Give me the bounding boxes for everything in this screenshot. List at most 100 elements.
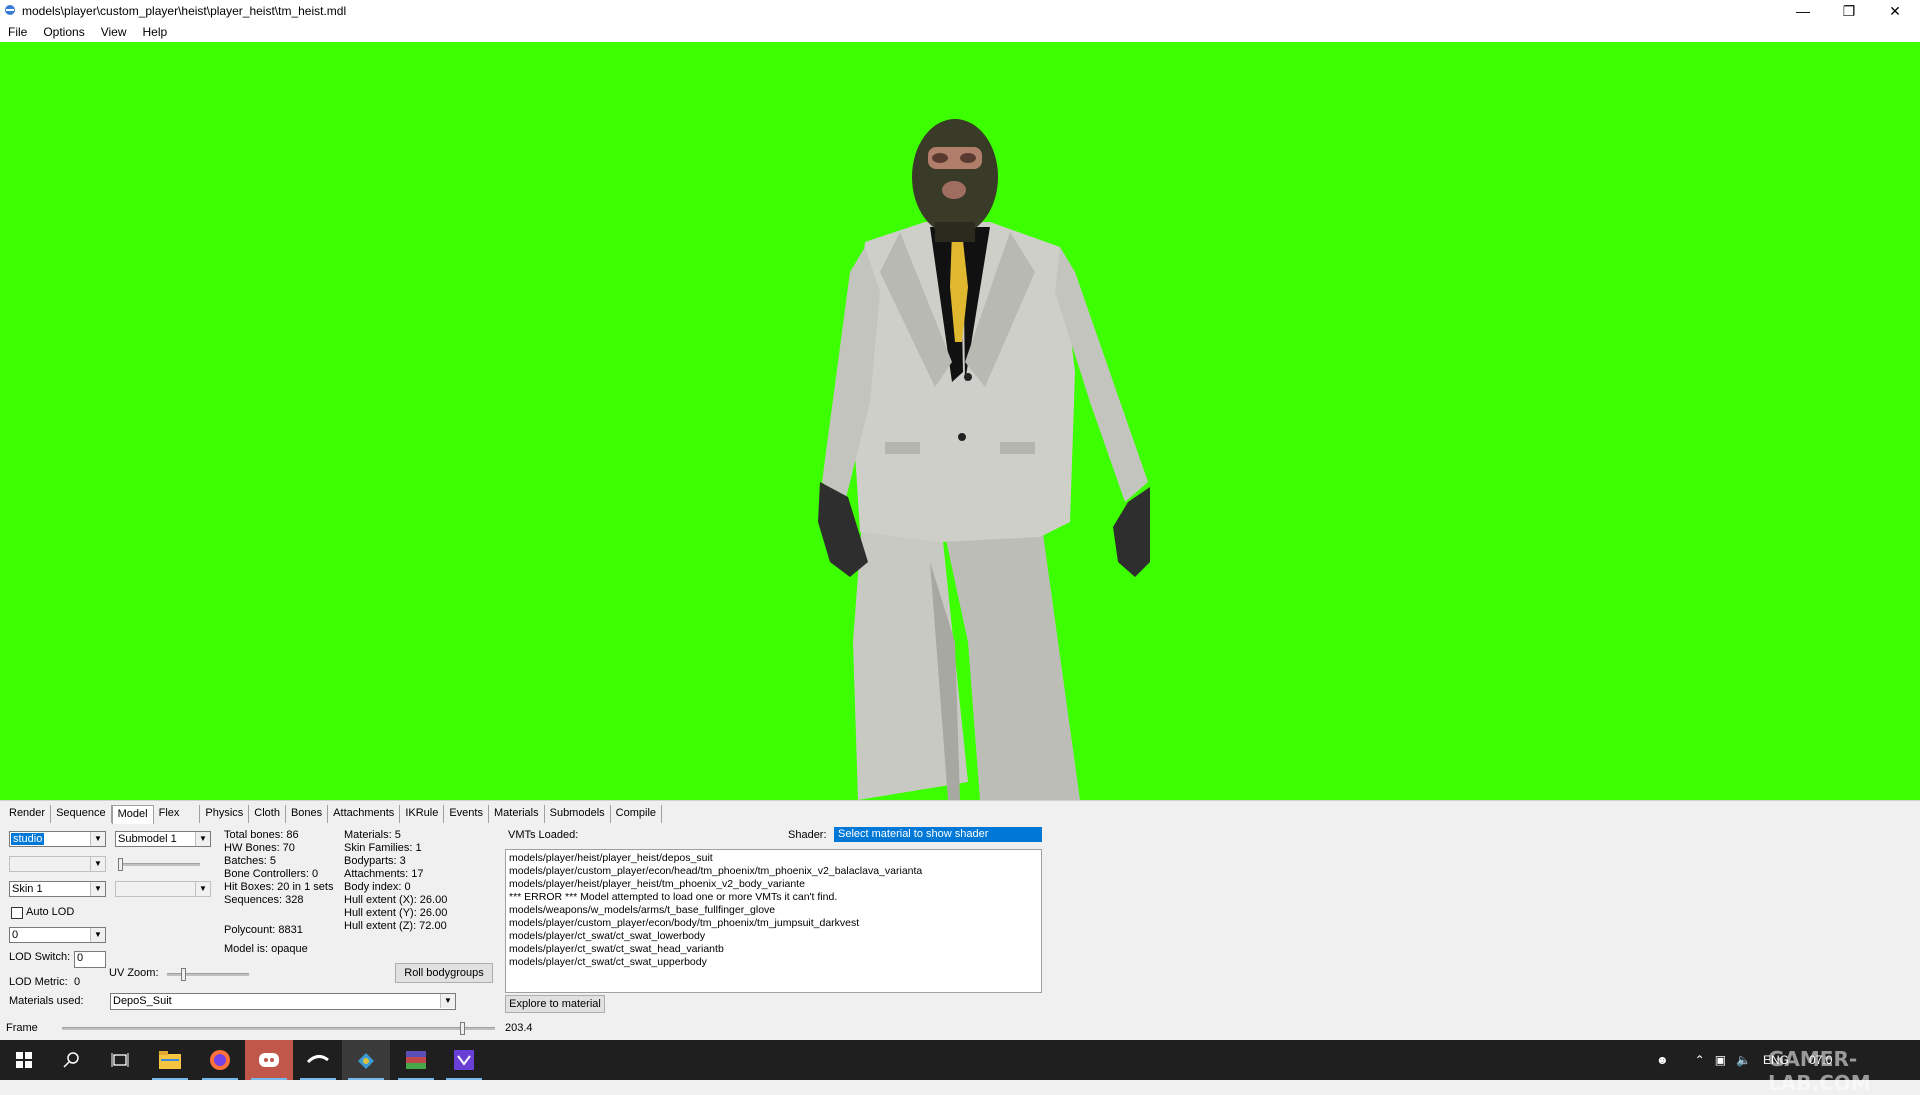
tab-ikrule[interactable]: IKRule (400, 805, 445, 823)
lod-switch-input[interactable]: 0 (74, 951, 106, 968)
uv-zoom-slider[interactable] (167, 968, 249, 981)
auto-lod-checkbox[interactable] (11, 907, 23, 919)
network-icon[interactable]: ▣ (1715, 1053, 1726, 1067)
menu-view[interactable]: View (93, 22, 135, 42)
frame-value: 203.4 (505, 1022, 533, 1034)
list-item[interactable]: models/player/heist/player_heist/depos_s… (509, 852, 1038, 865)
search-icon[interactable] (48, 1040, 96, 1080)
lod-metric-value: 0 (74, 976, 81, 988)
stat-materials: Materials: 5 (344, 829, 401, 841)
stat-hull-y: Hull extent (Y): 26.00 (344, 907, 448, 919)
discord-icon[interactable] (245, 1040, 293, 1080)
window-title: models\player\custom_player\heist\player… (22, 4, 347, 18)
slider-thumb[interactable] (118, 858, 123, 871)
list-item[interactable]: models/player/ct_swat/ct_swat_upperbody (509, 956, 1038, 969)
character-model (818, 119, 1150, 800)
submodel-select[interactable]: Submodel 1 ▼ (115, 831, 211, 847)
list-item[interactable]: models/player/custom_player/econ/head/tm… (509, 865, 1038, 878)
materials-used-label: Materials used: (9, 995, 84, 1007)
lod-select[interactable]: 0 ▼ (9, 927, 106, 943)
menu-options[interactable]: Options (35, 22, 92, 42)
menu-file[interactable]: File (0, 22, 35, 42)
list-item-error[interactable]: *** ERROR *** Model attempted to load on… (509, 891, 1038, 904)
tab-render[interactable]: Render (4, 805, 52, 823)
close-button[interactable]: ✕ (1872, 0, 1918, 22)
slider-track (167, 973, 249, 976)
stat-polycount: Polycount: 8831 (224, 924, 303, 936)
slider-thumb[interactable] (460, 1022, 466, 1035)
list-item[interactable]: models/player/ct_swat/ct_swat_lowerbody (509, 930, 1038, 943)
stat-hull-z: Hull extent (Z): 72.00 (344, 920, 447, 932)
tab-physics[interactable]: Physics (200, 805, 250, 823)
skin-select[interactable]: Skin 1 ▼ (9, 881, 106, 897)
stat-hull-x: Hull extent (X): 26.00 (344, 894, 448, 906)
firefox-icon[interactable] (196, 1040, 244, 1080)
stat-hw-bones: HW Bones: 70 (224, 842, 295, 854)
tab-attachments[interactable]: Attachments (328, 805, 401, 823)
vmts-loaded-label: VMTs Loaded: (508, 829, 579, 841)
list-item[interactable]: models/player/ct_swat/ct_swat_head_varia… (509, 943, 1038, 956)
tab-submodels[interactable]: Submodels (545, 805, 611, 823)
steam-icon[interactable] (294, 1040, 342, 1080)
app-icon (5, 5, 15, 15)
submodel-slider[interactable] (118, 858, 200, 871)
chevron-down-icon: ▼ (90, 832, 105, 846)
lod-metric-label: LOD Metric: (9, 976, 68, 988)
stat-model-is: Model is: opaque (224, 943, 308, 955)
auto-lod-label: Auto LOD (26, 906, 75, 918)
menu-help[interactable]: Help (135, 22, 176, 42)
tab-model[interactable]: Model (111, 805, 154, 824)
tab-bones[interactable]: Bones (286, 805, 329, 823)
winrar-icon[interactable] (392, 1040, 440, 1080)
stat-attachments: Attachments: 17 (344, 868, 424, 880)
frame-label: Frame (6, 1022, 38, 1034)
chevron-down-icon: ▼ (440, 994, 455, 1008)
materials-used-select[interactable]: DepoS_Suit ▼ (110, 993, 456, 1010)
vs-icon[interactable] (440, 1040, 488, 1080)
stat-body-index: Body index: 0 (344, 881, 411, 893)
windows-start-icon[interactable] (0, 1040, 48, 1080)
task-view-icon[interactable] (96, 1040, 144, 1080)
vmt-list[interactable]: models/player/heist/player_heist/depos_s… (505, 849, 1042, 993)
tab-compile[interactable]: Compile (611, 805, 663, 823)
file-explorer-icon[interactable] (146, 1040, 194, 1080)
slider-thumb[interactable] (181, 968, 186, 981)
explore-material-button[interactable]: Explore to material (505, 995, 605, 1013)
tab-cloth[interactable]: Cloth (249, 805, 286, 823)
minimize-button[interactable]: — (1780, 0, 1826, 22)
uv-zoom-label: UV Zoom: (109, 967, 159, 979)
tab-flex[interactable]: Flex (154, 805, 201, 823)
skin-variant-select[interactable]: ▼ (115, 881, 211, 897)
tab-events[interactable]: Events (444, 805, 489, 823)
volume-icon[interactable]: 🔈 (1736, 1053, 1751, 1067)
stat-skin-families: Skin Families: 1 (344, 842, 422, 854)
chevron-down-icon: ▼ (90, 928, 105, 942)
people-icon[interactable]: ☻ (1656, 1053, 1669, 1067)
hlmv-icon[interactable] (342, 1040, 390, 1080)
bodygroup-select[interactable]: ▼ (9, 856, 106, 872)
shader-field[interactable]: Select material to show shader (834, 827, 1042, 842)
slider-track (118, 863, 200, 866)
tab-materials[interactable]: Materials (489, 805, 545, 823)
chevron-down-icon: ▼ (195, 882, 210, 896)
chevron-down-icon: ▼ (90, 882, 105, 896)
restore-button[interactable]: ❐ (1826, 0, 1872, 22)
stat-total-bones: Total bones: 86 (224, 829, 299, 841)
taskbar: ☻ ⌃ ▣ 🔈 ENG 07.0 GAMER-LAB.COM (0, 1040, 1920, 1095)
frame-slider[interactable] (62, 1022, 495, 1035)
model-viewport[interactable] (0, 42, 1920, 800)
stat-bone-controllers: Bone Controllers: 0 (224, 868, 319, 880)
chevron-up-icon[interactable]: ⌃ (1695, 1053, 1705, 1067)
menu-bar: File Options View Help (0, 22, 1920, 42)
list-item[interactable]: models/weapons/w_models/arms/t_base_full… (509, 904, 1038, 917)
lod-switch-label: LOD Switch: (9, 951, 71, 963)
list-item[interactable]: models/player/custom_player/econ/body/tm… (509, 917, 1038, 930)
roll-bodygroups-button[interactable]: Roll bodygroups (395, 963, 493, 983)
tab-strip: Render Sequence Model Flex Physics Cloth… (4, 805, 663, 824)
slider-track (62, 1027, 495, 1030)
list-item[interactable]: models/player/heist/player_heist/tm_phoe… (509, 878, 1038, 891)
bodypart-select[interactable]: studio ▼ (9, 831, 106, 847)
title-bar: models\player\custom_player\heist\player… (0, 0, 1920, 22)
chevron-down-icon: ▼ (90, 857, 105, 871)
tab-sequence[interactable]: Sequence (51, 805, 112, 823)
